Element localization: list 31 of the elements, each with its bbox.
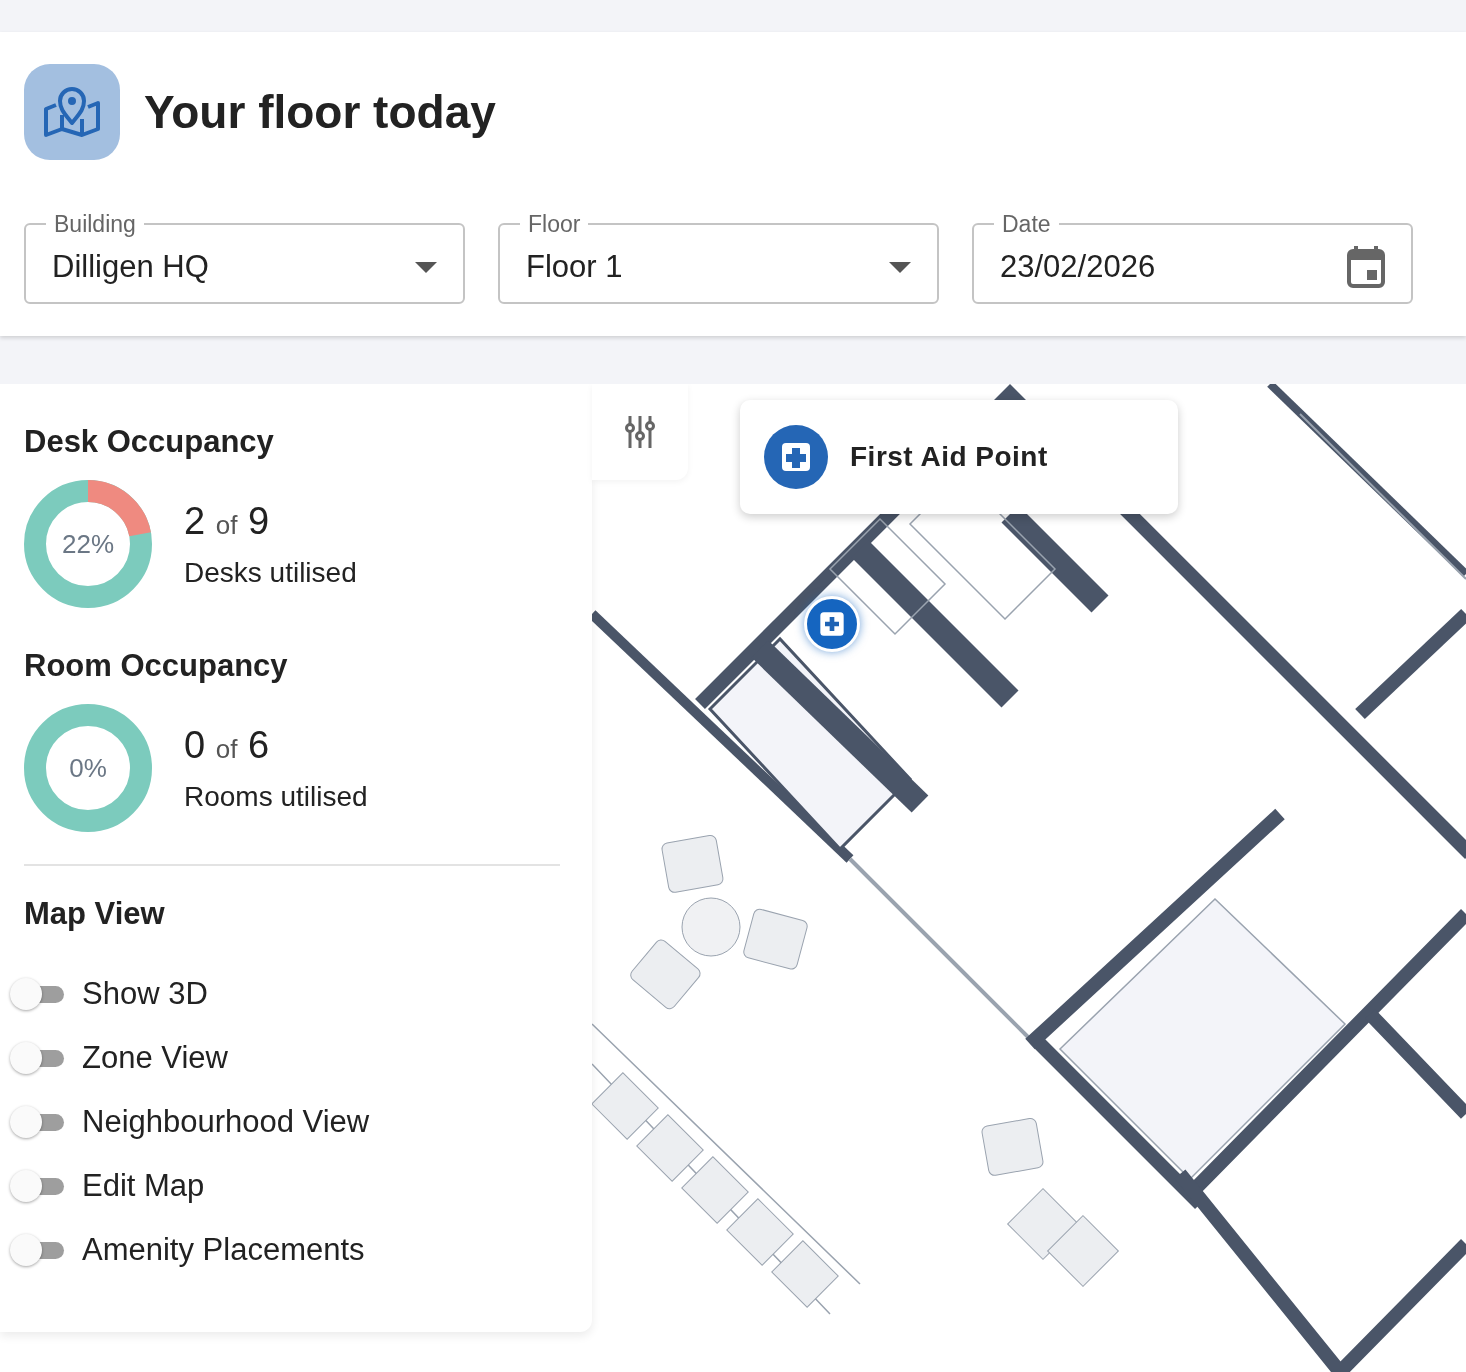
toggle-label: Show 3D bbox=[82, 976, 208, 1012]
field-value: Dilligen HQ bbox=[52, 249, 209, 285]
first-aid-marker[interactable] bbox=[804, 596, 860, 652]
calendar-icon bbox=[1347, 246, 1385, 288]
utilisation-caption: Desks utilised bbox=[184, 556, 357, 589]
field-label: Floor bbox=[527, 210, 582, 238]
dropdown-caret-icon bbox=[415, 261, 437, 273]
section-title: Map View bbox=[24, 896, 166, 932]
filter-button[interactable] bbox=[592, 384, 688, 480]
utilisation-count: 2 of 9 bbox=[184, 499, 271, 543]
toggle-label: Zone View bbox=[82, 1040, 228, 1076]
first-aid-icon bbox=[818, 610, 846, 638]
utilisation-count: 0 of 6 bbox=[184, 723, 271, 767]
popup-title: First Aid Point bbox=[850, 441, 1048, 473]
field-value: 23/02/2026 bbox=[1000, 249, 1156, 285]
section-title: Desk Occupancy bbox=[24, 424, 275, 460]
toggle-label: Neighbourhood View bbox=[82, 1104, 370, 1140]
dropdown-caret-icon bbox=[889, 261, 911, 273]
map-pin-icon bbox=[42, 85, 102, 139]
toggle-label: Amenity Placements bbox=[82, 1232, 365, 1268]
utilisation-caption: Rooms utilised bbox=[184, 780, 368, 813]
percent-label: 22% bbox=[62, 529, 114, 559]
sliders-icon bbox=[625, 416, 655, 448]
toggle-label: Edit Map bbox=[82, 1168, 205, 1204]
section-title: Room Occupancy bbox=[24, 648, 289, 684]
field-label: Building bbox=[53, 210, 137, 238]
percent-label: 0% bbox=[69, 753, 107, 783]
page-title: Your floor today bbox=[144, 85, 496, 139]
field-value: Floor 1 bbox=[526, 249, 623, 285]
first-aid-icon bbox=[764, 425, 828, 489]
field-label: Date bbox=[1001, 210, 1052, 238]
